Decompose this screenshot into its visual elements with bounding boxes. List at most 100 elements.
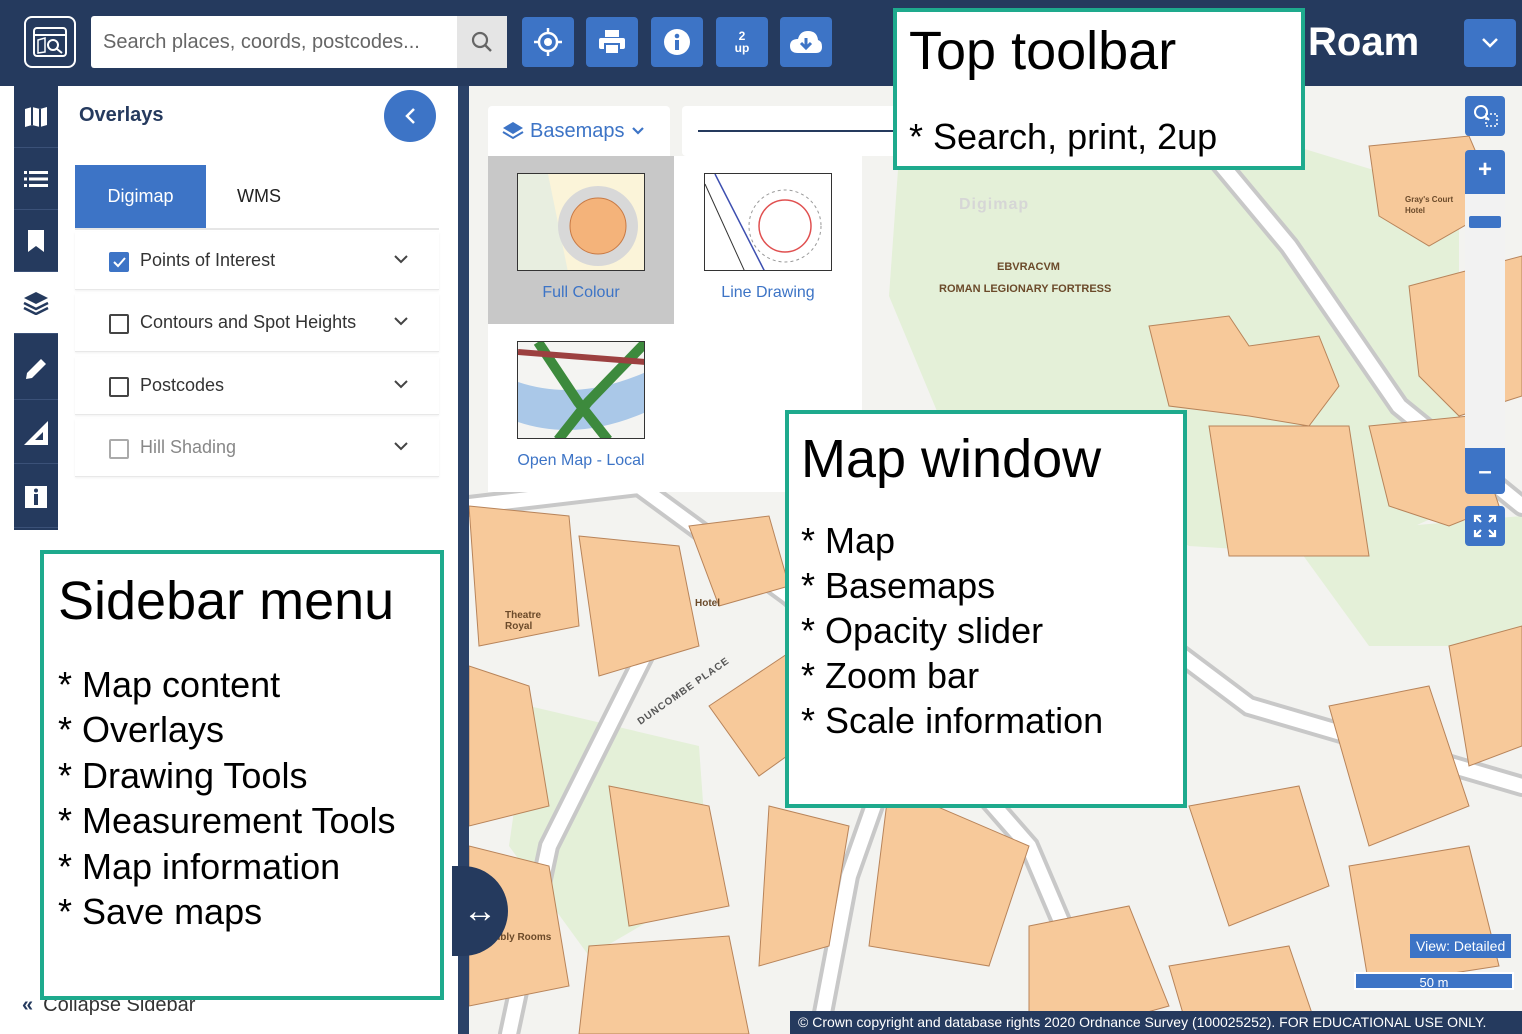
map-search-area-button[interactable]	[1465, 96, 1505, 136]
callout-item: * Search, print, 2up	[909, 116, 1218, 157]
overlay-row-points-of-interest[interactable]: Points of Interest	[75, 232, 439, 290]
app-brand: Roam	[1308, 20, 1420, 64]
chevron-down-icon[interactable]	[393, 316, 409, 326]
locate-button[interactable]	[522, 17, 574, 67]
layers-icon	[502, 122, 524, 140]
overlay-checkbox[interactable]	[109, 439, 129, 459]
callout-item: * Zoom bar	[801, 655, 980, 696]
callout-item: * Opacity slider	[801, 610, 1044, 651]
search-box	[91, 16, 507, 68]
callout-item: * Drawing Tools	[58, 754, 308, 796]
opacity-slider-track[interactable]	[698, 130, 898, 132]
callout-item: * Overlays	[58, 709, 225, 751]
two-up-label: 2 up	[734, 29, 750, 55]
list-icon	[24, 170, 48, 187]
two-up-button[interactable]: 2 up	[716, 17, 768, 67]
callout-top-toolbar: Top toolbar * Search, print, 2up	[893, 8, 1305, 170]
rail-drawing-tools[interactable]	[14, 338, 58, 400]
sidebar-title: Overlays	[79, 104, 164, 126]
tab-wms[interactable]: WMS	[206, 165, 312, 228]
rail-map-information[interactable]	[14, 466, 58, 528]
map-label-hotel: Hotel	[695, 598, 720, 609]
basemaps-button[interactable]: Basemaps	[488, 106, 670, 156]
checkmark-icon	[113, 257, 126, 268]
callout-item: * Scale information	[801, 700, 1104, 741]
callout-list: * Map * Basemaps * Opacity slider * Zoom…	[801, 518, 1103, 743]
rail-bookmarks[interactable]	[14, 210, 58, 272]
zoom-area-icon	[1474, 105, 1498, 127]
callout-item: * Measurement Tools	[58, 800, 396, 842]
overlay-row-postcodes[interactable]: Postcodes	[75, 357, 439, 415]
callout-title: Top toolbar	[909, 21, 1177, 81]
download-button[interactable]	[780, 17, 832, 67]
pencil-icon	[26, 358, 46, 379]
crosshair-icon	[534, 28, 562, 56]
callout-sidebar-menu: Sidebar menu * Map content * Overlays * …	[40, 550, 444, 1000]
view-level-badge: View: Detailed	[1410, 934, 1512, 958]
left-right-arrow-icon: ↔	[463, 891, 497, 930]
chevron-down-icon[interactable]	[393, 441, 409, 451]
print-button[interactable]	[586, 17, 638, 67]
chevron-down-icon[interactable]	[393, 379, 409, 389]
basemap-option-line-drawing[interactable]: Line Drawing	[675, 156, 861, 324]
basemap-thumbnail	[517, 341, 645, 439]
printer-icon	[599, 30, 625, 55]
basemap-option-full-colour[interactable]: Full Colour	[488, 156, 674, 324]
double-chevron-left-icon: «	[22, 994, 34, 1016]
expand-icon	[1473, 514, 1497, 538]
scale-bar: 50 m	[1354, 972, 1514, 990]
cloud-download-icon	[790, 31, 822, 53]
chevron-left-icon	[405, 108, 415, 124]
layers-icon	[23, 291, 49, 315]
callout-list: * Search, print, 2up	[909, 116, 1217, 158]
overlay-checkbox[interactable]	[109, 377, 129, 397]
chevron-down-icon	[1482, 38, 1498, 48]
tab-divider	[75, 228, 439, 230]
search-input[interactable]	[91, 16, 455, 68]
ruler-triangle-icon	[24, 420, 48, 445]
opacity-slider[interactable]	[682, 106, 898, 156]
zoom-slider-track[interactable]	[1465, 194, 1505, 448]
zoom-out-button[interactable]: –	[1465, 452, 1505, 492]
zoom-slider-handle[interactable]	[1469, 216, 1501, 228]
map-label-theatre: Theatre Royal	[505, 610, 542, 632]
basemap-thumbnail	[704, 173, 832, 271]
search-button[interactable]	[457, 16, 507, 68]
info-button[interactable]	[651, 17, 703, 67]
overlay-checkbox[interactable]	[109, 252, 129, 272]
map-icon	[25, 106, 47, 127]
basemap-label: Line Drawing	[721, 284, 815, 301]
overlay-label: Postcodes	[140, 375, 225, 395]
map-label-grays-court: Gray's Court Hotel	[1405, 195, 1454, 215]
callout-title: Sidebar menu	[58, 571, 395, 631]
callout-item: * Map information	[58, 845, 341, 887]
chevron-down-icon[interactable]	[393, 254, 409, 264]
fullscreen-button[interactable]	[1465, 506, 1505, 546]
app-menu-button[interactable]	[1464, 19, 1516, 67]
callout-item: * Map content	[58, 664, 281, 705]
overlay-label: Hill Shading	[140, 437, 237, 457]
rail-overlays[interactable]	[14, 272, 58, 334]
basemap-label: Full Colour	[542, 284, 620, 301]
map-label-roman-fortress: ROMAN LEGIONARY FORTRESS	[939, 283, 1112, 295]
basemap-thumbnail	[517, 173, 645, 271]
search-icon	[471, 31, 492, 52]
collapse-panel-button[interactable]	[384, 90, 436, 142]
sidebar-icon-rail	[14, 86, 58, 530]
basemap-option-open-map-local[interactable]: Open Map - Local	[488, 324, 674, 492]
callout-list: * Map content * Overlays * Drawing Tools…	[58, 662, 396, 934]
zoom-in-button[interactable]: +	[1465, 150, 1505, 190]
callout-title: Map window	[801, 429, 1102, 489]
overlay-row-hill-shading[interactable]: Hill Shading	[75, 419, 439, 477]
callout-item: * Basemaps	[801, 565, 996, 606]
rail-measurement-tools[interactable]	[14, 402, 58, 464]
map-search-icon[interactable]	[24, 16, 76, 68]
overlay-row-contours[interactable]: Contours and Spot Heights	[75, 294, 439, 352]
rail-map-content[interactable]	[14, 86, 58, 148]
rail-legend[interactable]	[14, 148, 58, 210]
overlay-label: Points of Interest	[140, 250, 276, 270]
overlay-checkbox[interactable]	[109, 314, 129, 334]
basemap-label: Open Map - Local	[517, 452, 645, 469]
info-icon	[664, 29, 690, 55]
tab-digimap[interactable]: Digimap	[75, 165, 206, 228]
